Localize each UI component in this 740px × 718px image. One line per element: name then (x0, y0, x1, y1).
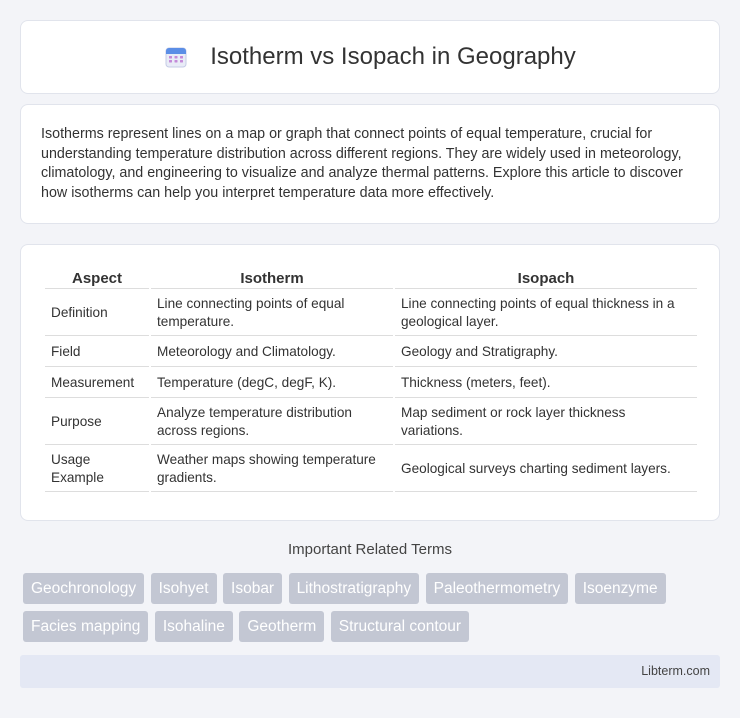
comparison-table: Aspect Isotherm Isopach Definition Line … (43, 263, 699, 494)
table-cell: Map sediment or rock layer thickness var… (395, 400, 697, 445)
table-cell: Line connecting points of equal temperat… (151, 291, 393, 336)
table-cell: Geological surveys charting sediment lay… (395, 447, 697, 492)
table-cell: Geology and Stratigraphy. (395, 338, 697, 367)
intro-card: Isotherms represent lines on a map or gr… (20, 104, 720, 224)
column-header: Isotherm (151, 265, 393, 289)
table-cell: Usage Example (45, 447, 149, 492)
calendar-icon (164, 45, 188, 69)
related-term-tag[interactable]: Isohyet (150, 573, 217, 604)
table-cell: Meteorology and Climatology. (151, 338, 393, 367)
table-header-row: Aspect Isotherm Isopach (45, 265, 697, 289)
table-cell: Analyze temperature distribution across … (151, 400, 393, 445)
table-cell: Measurement (45, 369, 149, 398)
related-term-tag[interactable]: Lithostratigraphy (288, 573, 420, 604)
related-term-tag[interactable]: Paleothermometry (425, 573, 569, 604)
related-term-tag[interactable]: Isobar (223, 573, 283, 604)
column-header: Isopach (395, 265, 697, 289)
table-cell: Field (45, 338, 149, 367)
comparison-card: Aspect Isotherm Isopach Definition Line … (20, 244, 720, 521)
table-row: Measurement Temperature (degC, degF, K).… (45, 369, 697, 398)
table-cell: Definition (45, 291, 149, 336)
page-title: Isotherm vs Isopach in Geography (210, 43, 576, 70)
table-cell: Line connecting points of equal thicknes… (395, 291, 697, 336)
column-header: Aspect (45, 265, 149, 289)
header-card: Isotherm vs Isopach in Geography (20, 20, 720, 94)
related-term-tag[interactable]: Geochronology (23, 573, 145, 604)
related-term-tag[interactable]: Isoenzyme (574, 573, 666, 604)
table-row: Field Meteorology and Climatology. Geolo… (45, 338, 697, 367)
table-row: Definition Line connecting points of equ… (45, 291, 697, 336)
related-terms-title: Important Related Terms (288, 541, 452, 558)
related-terms-list: Geochronology Isohyet Isobar Lithostrati… (23, 573, 723, 649)
related-term-tag[interactable]: Isohaline (154, 611, 233, 642)
related-term-tag[interactable]: Facies mapping (23, 611, 149, 642)
table-cell: Temperature (degC, degF, K). (151, 369, 393, 398)
footer: Libterm.com (20, 655, 720, 688)
table-cell: Thickness (meters, feet). (395, 369, 697, 398)
related-term-tag[interactable]: Structural contour (330, 611, 470, 642)
table-row: Usage Example Weather maps showing tempe… (45, 447, 697, 492)
related-term-tag[interactable]: Geotherm (239, 611, 325, 642)
table-cell: Weather maps showing temperature gradien… (151, 447, 393, 492)
table-row: Purpose Analyze temperature distribution… (45, 400, 697, 445)
footer-brand-link[interactable]: Libterm.com (641, 664, 710, 678)
intro-text: Isotherms represent lines on a map or gr… (41, 126, 683, 201)
table-cell: Purpose (45, 400, 149, 445)
